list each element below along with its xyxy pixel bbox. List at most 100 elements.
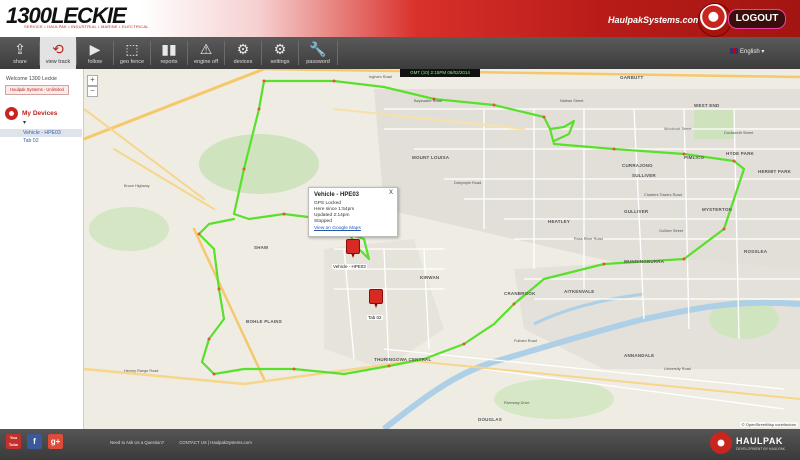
suburb-label: ANNANDALE (624, 353, 655, 358)
zoom-out-button[interactable]: − (87, 86, 98, 97)
settings-button[interactable]: ⚙ settings (262, 37, 298, 69)
popup-line: Here since 1:54pm (314, 207, 355, 212)
geo-fence-button[interactable]: ⬚ geo fence (114, 37, 150, 69)
logo-tagline: SERVICE • HAULPAK • INDUSTRIAL • MARINE … (24, 24, 149, 29)
popup-close-button[interactable]: X (389, 190, 393, 196)
street-label: Gulliver Street (659, 229, 684, 233)
street-label: Riverway Drive (504, 401, 530, 405)
popup-line: GPS Locked (314, 201, 341, 206)
devices-button[interactable]: ⚙ devices (225, 37, 261, 69)
engine-off-label: engine off (193, 59, 219, 65)
haulpak-badge-icon (698, 3, 732, 37)
contact-link[interactable]: CONTACT US | HaulpakSystems.com (179, 440, 252, 445)
chevron-down-icon[interactable]: ▾ (23, 119, 26, 126)
suburb-label: HEATLEY (548, 219, 571, 224)
follow-label: follow (87, 59, 103, 65)
street-label: Duckworth Street (724, 131, 754, 135)
view-track-label: view track (45, 59, 71, 65)
facebook-icon[interactable]: f (27, 434, 42, 449)
haulpak-logo-icon (710, 432, 732, 454)
reports-button[interactable]: ▮▮ reports (151, 37, 187, 69)
suburb-label: SHAW (254, 245, 269, 250)
footer-links: Need to Ask Us a Question? CONTACT US | … (110, 440, 266, 445)
street-label: Ingham Road (369, 75, 392, 79)
settings-label: settings (270, 59, 290, 65)
share-button[interactable]: ⇪ share (2, 37, 38, 69)
bar-chart-icon: ▮▮ (161, 41, 177, 57)
google-plus-icon[interactable]: g+ (48, 434, 63, 449)
street-label: University Road (664, 367, 691, 371)
my-devices-title: My Devices (22, 110, 58, 117)
popup-line: Stopped (314, 219, 332, 224)
map-view[interactable]: GARBUTT WEST END HYDE PARK HERMIT PARK M… (84, 69, 800, 429)
suburb-label: MUNDINGBURRA (624, 259, 665, 264)
device-item-vehicle-hpe03[interactable]: Vehicle - HPE03 (0, 129, 82, 137)
suburb-label: DOUGLAS (478, 417, 502, 422)
suburb-label: KIRWAN (420, 275, 440, 280)
street-label: Dalrymple Road (454, 181, 482, 185)
street-label: Fulham Road (514, 339, 537, 343)
refresh-icon: ⟲ (52, 41, 64, 57)
street-label: Bruce Highway (124, 184, 150, 188)
password-button[interactable]: 🔧 password (300, 37, 336, 69)
engine-off-button[interactable]: ⚠ engine off (188, 37, 224, 69)
suburb-label: PIMLICO (684, 155, 705, 160)
account-badge: Haulpak Systems - Unlimited (5, 85, 69, 95)
footer-brand-note: DEVELOPMENT BY HAULPAK (736, 447, 786, 451)
suburb-label: THURINGOWA CENTRAL (374, 357, 432, 362)
wrench-icon: 🔧 (309, 41, 327, 57)
street-label: Bayswater Road (414, 99, 442, 103)
street-label: Hervey Range Road (124, 369, 159, 373)
suburb-label: SULLIVER (632, 173, 656, 178)
vehicle-info-popup: Vehicle - HPE03 X GPS Locked Here since … (308, 187, 398, 237)
header: 1300LECKIE SERVICE • HAULPAK • INDUSTRIA… (0, 0, 800, 37)
ask-question-link[interactable]: Need to Ask Us a Question? (110, 440, 164, 445)
suburb-label: GARBUTT (620, 75, 644, 80)
street-label: Woolcock Street (664, 127, 692, 131)
logout-button[interactable]: LOGOUT (728, 9, 786, 29)
site-link[interactable]: HaulpakSystems.com (608, 15, 701, 25)
zoom-in-button[interactable]: + (87, 75, 98, 86)
view-track-button[interactable]: ⟲ view track (40, 37, 76, 69)
street-label: Nathan Street (560, 99, 584, 103)
language-label: English ▾ (740, 49, 765, 55)
devices-icon (5, 107, 18, 120)
share-icon: ⇪ (14, 41, 26, 57)
geofence-icon: ⬚ (125, 41, 139, 57)
gears-icon: ⚙ (236, 41, 250, 57)
share-label: share (13, 59, 27, 65)
tab-marker-icon[interactable] (369, 289, 383, 308)
language-select[interactable]: English ▾ (730, 48, 764, 55)
welcome-text: Welcome 1300 Leckie (6, 76, 57, 82)
suburb-label: GULLIVER (624, 209, 649, 214)
street-label: Ross River Road (574, 237, 603, 241)
vehicle-marker-icon[interactable] (346, 239, 360, 258)
toolbar: ⇪ share ⟲ view track ▶ follow ⬚ geo fenc… (0, 37, 800, 69)
reports-label: reports (160, 59, 178, 65)
suburb-label: MYSTERTON (702, 207, 732, 212)
street-label: Charters Towers Road (644, 193, 682, 197)
geo-fence-label: geo fence (119, 59, 145, 65)
footer-brand: HAULPAK (736, 436, 783, 446)
suburb-label: AITKENVALE (564, 289, 595, 294)
google-maps-link[interactable]: View on Google Maps (314, 226, 361, 231)
gps-time-bar: GMT (10) 2:15PM 06/02/2014 (400, 69, 480, 77)
suburb-label: BOHLE PLAINS (246, 319, 282, 324)
suburb-label: CRANBROOK (504, 291, 536, 296)
device-item-tab-02[interactable]: Tab 02 (0, 137, 82, 145)
suburb-label: CURRAJONG (622, 163, 653, 168)
vehicle-marker-label: Vehicle - HPE03 (332, 264, 367, 269)
devices-label: devices (233, 59, 253, 65)
tab-marker-label: Tab 02 (367, 315, 383, 320)
logo: 1300LECKIE SERVICE • HAULPAK • INDUSTRIA… (6, 3, 148, 33)
uk-flag-icon (730, 48, 738, 54)
suburb-label: HYDE PARK (726, 151, 754, 156)
suburb-label: ROSSLEA (744, 249, 768, 254)
password-label: password (306, 59, 330, 65)
youtube-icon[interactable]: You Tube (6, 434, 21, 449)
suburb-label: MOUNT LOUISA (412, 155, 450, 160)
warning-icon: ⚠ (199, 41, 213, 57)
follow-button[interactable]: ▶ follow (77, 37, 113, 69)
suburb-label: WEST END (694, 103, 720, 108)
map-attribution[interactable]: © OpenStreetMap contributors (739, 422, 798, 427)
